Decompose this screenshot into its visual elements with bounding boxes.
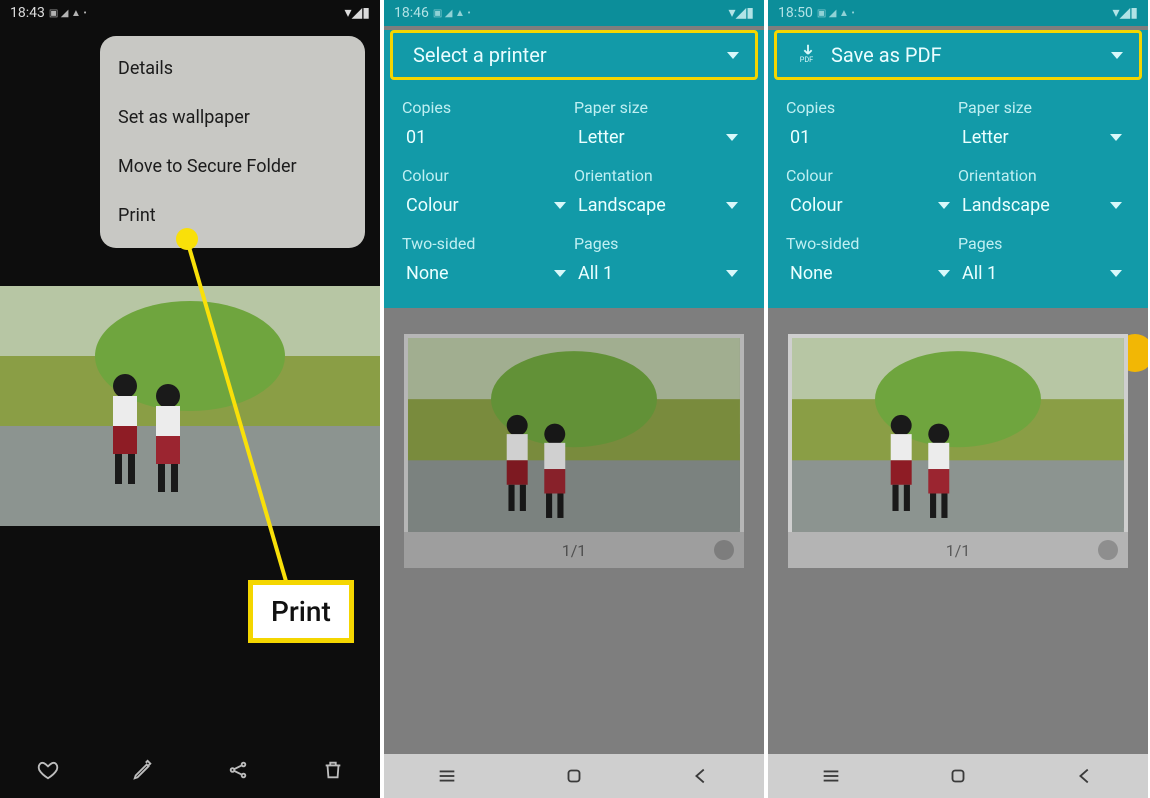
printer-select[interactable]: PDF Save as PDF: [774, 30, 1142, 80]
menu-details[interactable]: Details: [100, 44, 365, 93]
status-icons-right: ▾◢▮: [345, 5, 371, 21]
back-button[interactable]: [689, 767, 713, 785]
paper-size-label: Paper size: [574, 98, 746, 117]
dropdown-icon: [727, 52, 739, 59]
status-bar: 18:46 ▣ ◢ ▲ • ▾◢▮: [384, 0, 764, 26]
pages-value[interactable]: All 1: [574, 257, 746, 290]
menu-wallpaper[interactable]: Set as wallpaper: [100, 93, 365, 142]
printer-label: Select a printer: [413, 43, 715, 67]
page-counter: 1/1: [788, 532, 1128, 568]
menu-print[interactable]: Print: [100, 191, 365, 240]
home-button[interactable]: [562, 767, 586, 785]
printer-select[interactable]: Select a printer: [390, 30, 758, 80]
print-preview[interactable]: [788, 334, 1128, 532]
pages-label: Pages: [958, 234, 1130, 253]
colour-value[interactable]: Colour: [786, 189, 958, 222]
orientation-value[interactable]: Landscape: [958, 189, 1130, 222]
paper-size-value[interactable]: Letter: [574, 121, 746, 154]
paper-size-value[interactable]: Letter: [958, 121, 1130, 154]
share-icon[interactable]: [227, 759, 249, 785]
pdf-icon: PDF: [797, 42, 819, 69]
print-settings-panel: PDF Save as PDF Copies Paper size 01 Let…: [768, 30, 1148, 308]
colour-label: Colour: [786, 166, 958, 185]
dropdown-icon: [938, 202, 950, 209]
phone-print-select: 18:46 ▣ ◢ ▲ • ▾◢▮ Select a printer Copie…: [384, 0, 764, 798]
status-time: 18:46: [394, 5, 429, 21]
copies-value[interactable]: 01: [786, 121, 958, 154]
dropdown-icon: [726, 270, 738, 277]
printer-label: Save as PDF: [831, 43, 1099, 67]
orientation-label: Orientation: [958, 166, 1130, 185]
annotation-label: Print: [248, 580, 354, 643]
edit-icon[interactable]: [132, 759, 154, 785]
recents-button[interactable]: [435, 767, 459, 785]
dropdown-icon: [1111, 52, 1123, 59]
dropdown-icon: [554, 202, 566, 209]
dropdown-icon: [1110, 202, 1122, 209]
check-icon[interactable]: [714, 540, 734, 560]
status-time: 18:50: [778, 5, 813, 21]
status-icons-right: ▾◢▮: [1113, 5, 1139, 21]
delete-icon[interactable]: [322, 759, 344, 785]
android-nav-bar: [768, 754, 1148, 798]
colour-label: Colour: [402, 166, 574, 185]
back-button[interactable]: [1073, 767, 1097, 785]
colour-value[interactable]: Colour: [402, 189, 574, 222]
svg-text:PDF: PDF: [800, 55, 813, 64]
paper-size-label: Paper size: [958, 98, 1130, 117]
print-settings-panel: Select a printer Copies Paper size 01 Le…: [384, 30, 764, 308]
home-button[interactable]: [946, 767, 970, 785]
gallery-toolbar: [0, 752, 380, 792]
copies-value[interactable]: 01: [402, 121, 574, 154]
favorite-icon[interactable]: [37, 759, 59, 785]
gallery-photo[interactable]: [0, 286, 380, 526]
menu-secure[interactable]: Move to Secure Folder: [100, 142, 365, 191]
dropdown-icon: [938, 270, 950, 277]
orientation-value[interactable]: Landscape: [574, 189, 746, 222]
twosided-value[interactable]: None: [402, 257, 574, 290]
copies-label: Copies: [786, 98, 958, 117]
pages-label: Pages: [574, 234, 746, 253]
dropdown-icon: [1110, 134, 1122, 141]
dropdown-icon: [1110, 270, 1122, 277]
twosided-label: Two-sided: [402, 234, 574, 253]
pages-value[interactable]: All 1: [958, 257, 1130, 290]
dropdown-icon: [554, 270, 566, 277]
dropdown-icon: [726, 134, 738, 141]
status-icons-right: ▾◢▮: [729, 5, 755, 21]
orientation-label: Orientation: [574, 166, 746, 185]
copies-label: Copies: [402, 98, 574, 117]
status-time: 18:43: [10, 5, 45, 21]
status-icons-left: ▣ ◢ ▲ •: [49, 8, 87, 19]
dropdown-icon: [726, 202, 738, 209]
phone-gallery: 18:43 ▣ ◢ ▲ • ▾◢▮ Details Set as wallpap…: [0, 0, 380, 798]
status-bar: 18:43 ▣ ◢ ▲ • ▾◢▮: [0, 0, 380, 26]
status-icons-left: ▣ ◢ ▲ •: [433, 8, 471, 19]
recents-button[interactable]: [819, 767, 843, 785]
phone-print-pdf: 18:50 ▣ ◢ ▲ • ▾◢▮ PDF Save as PDF Copies…: [768, 0, 1148, 798]
page-counter: 1/1: [404, 532, 744, 568]
print-preview[interactable]: [404, 334, 744, 532]
twosided-value[interactable]: None: [786, 257, 958, 290]
twosided-label: Two-sided: [786, 234, 958, 253]
annotation-marker: [176, 228, 198, 250]
status-bar: 18:50 ▣ ◢ ▲ • ▾◢▮: [768, 0, 1148, 26]
android-nav-bar: [384, 754, 764, 798]
status-icons-left: ▣ ◢ ▲ •: [817, 8, 855, 19]
check-icon[interactable]: [1098, 540, 1118, 560]
gallery-context-menu: Details Set as wallpaper Move to Secure …: [100, 36, 365, 248]
